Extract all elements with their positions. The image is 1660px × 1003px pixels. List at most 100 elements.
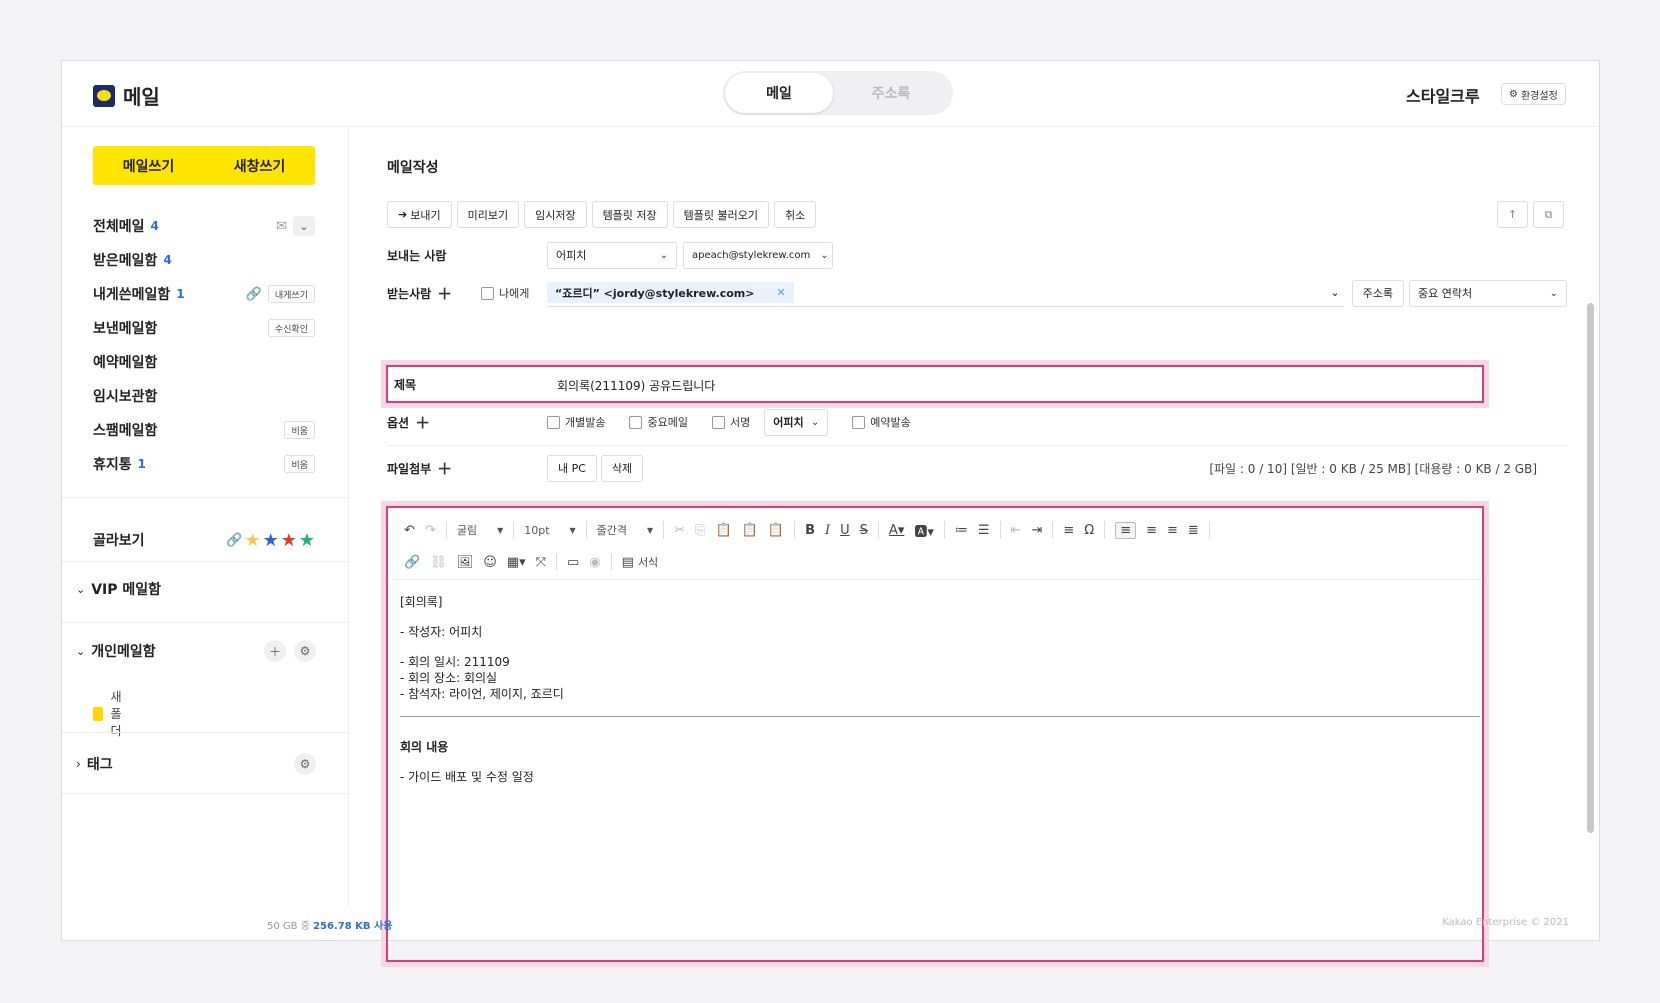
align-left-icon[interactable]: ≡ bbox=[1115, 521, 1137, 539]
emoji-icon[interactable]: ☺ bbox=[483, 555, 497, 570]
editor-body[interactable]: [회의록] - 작성자: 어피치 - 회의 일시: 211109 - 회의 장소… bbox=[400, 594, 1480, 785]
star-green-icon[interactable]: ★ bbox=[299, 530, 315, 551]
recipient-input[interactable]: “죠르디” <jordy@stylekrew.com> ✕ ⌄ bbox=[547, 280, 1344, 307]
signature-checkbox[interactable]: 서명 bbox=[711, 414, 750, 430]
fullscreen-icon[interactable]: ⤧ bbox=[536, 555, 546, 570]
scheduled-send-checkbox[interactable]: 예약발송 bbox=[852, 414, 911, 430]
star-yellow-icon[interactable]: ★ bbox=[244, 530, 260, 551]
save-template-button[interactable]: 템플릿 저장 bbox=[591, 201, 668, 228]
gear-icon[interactable]: ⚙ bbox=[294, 640, 316, 662]
close-icon[interactable]: ✕ bbox=[776, 286, 785, 299]
sender-name-select[interactable]: 어피치 ⌄ bbox=[547, 241, 677, 269]
sidebar-section-personal[interactable]: ⌄ 개인메일함 ＋ ⚙ bbox=[76, 638, 316, 664]
font-family-select[interactable]: 굴림 ▼ bbox=[457, 522, 503, 538]
tab-mail[interactable]: 메일 bbox=[725, 73, 833, 113]
align-justify-icon[interactable]: ≣ bbox=[1188, 523, 1199, 538]
sidebar-item-trash[interactable]: 휴지통 1 비움 bbox=[93, 451, 315, 477]
ordered-list-icon[interactable]: ≔ bbox=[955, 523, 968, 538]
sender-email-select[interactable]: apeach@stylekrew.com ⌄ bbox=[683, 241, 833, 269]
sidebar-section-tag[interactable]: › 태그 ⚙ bbox=[76, 751, 316, 777]
address-book-button[interactable]: 주소록 bbox=[1351, 279, 1404, 307]
attach-delete-button[interactable]: 삭제 bbox=[600, 454, 644, 482]
sidebar-item-filter[interactable]: 골라보기 🔗 ★ ★ ★ ★ bbox=[93, 527, 315, 553]
redo-icon[interactable]: ↷ bbox=[425, 523, 436, 538]
empty-trash-button[interactable]: 비움 bbox=[284, 455, 315, 473]
horizontal-rule-icon[interactable]: ≡ bbox=[1063, 523, 1074, 538]
app-logo[interactable]: 메일 bbox=[93, 81, 160, 110]
sidebar-item-drafts[interactable]: 임시보관함 bbox=[93, 383, 315, 409]
add-recipient-icon[interactable]: ＋ bbox=[437, 283, 452, 304]
preview-button[interactable]: 미리보기 bbox=[456, 201, 520, 228]
save-draft-button[interactable]: 임시저장 bbox=[524, 201, 587, 228]
compose-button[interactable]: 메일쓰기 bbox=[93, 146, 204, 185]
send-button[interactable]: ➔ 보내기 bbox=[387, 201, 452, 228]
write-to-self-button[interactable]: 내게쓰기 bbox=[267, 285, 315, 303]
load-template-button[interactable]: 템플릿 불러오기 bbox=[672, 201, 770, 228]
compose-new-window-button[interactable]: 새창쓰기 bbox=[204, 146, 315, 185]
line-height-select[interactable]: 줄간격 ▼ bbox=[597, 522, 654, 538]
star-red-icon[interactable]: ★ bbox=[281, 530, 297, 551]
paste-word-icon[interactable]: 📋 bbox=[768, 523, 784, 538]
strikethrough-icon[interactable]: S bbox=[860, 523, 868, 538]
gear-icon[interactable]: ⚙ bbox=[294, 753, 316, 775]
add-folder-icon[interactable]: ＋ bbox=[264, 640, 286, 662]
attachment-icon[interactable]: 🔗 bbox=[246, 287, 262, 302]
table-icon[interactable]: ▦▾ bbox=[507, 555, 526, 570]
format-template-button[interactable]: ▤ 서식 bbox=[622, 554, 659, 570]
subject-input[interactable]: 회의록(211109) 공유드립니다 bbox=[557, 377, 715, 394]
envelope-icon[interactable]: ✉ bbox=[276, 219, 287, 234]
undo-icon[interactable]: ↶ bbox=[404, 523, 415, 538]
font-color-icon[interactable]: A▾ bbox=[889, 523, 904, 538]
empty-spam-button[interactable]: 비움 bbox=[284, 421, 315, 439]
paste-icon[interactable]: 📋 bbox=[716, 523, 732, 538]
outdent-icon[interactable]: ⇤ bbox=[1011, 523, 1022, 538]
tab-address-book[interactable]: 주소록 bbox=[837, 73, 945, 113]
recipient-chip[interactable]: “죠르디” <jordy@stylekrew.com> ✕ bbox=[547, 282, 794, 303]
unlink-icon[interactable]: ⛓ bbox=[430, 555, 447, 570]
expand-options-icon[interactable]: ＋ bbox=[415, 412, 430, 433]
horizontal-rule bbox=[400, 716, 1480, 717]
attachment-filter-icon[interactable]: 🔗 bbox=[226, 533, 242, 548]
add-attachment-icon[interactable]: ＋ bbox=[437, 458, 452, 479]
sidebar-item-scheduled[interactable]: 예약메일함 bbox=[93, 349, 315, 375]
unordered-list-icon[interactable]: ☰ bbox=[978, 523, 990, 538]
link-icon[interactable]: 🔗 bbox=[404, 555, 420, 570]
sidebar-item-sent[interactable]: 보낸메일함 수신확인 bbox=[93, 315, 315, 341]
chevron-down-icon[interactable]: ⌄ bbox=[293, 216, 315, 236]
sidebar-divider bbox=[62, 622, 349, 623]
read-receipt-button[interactable]: 수신확인 bbox=[267, 319, 315, 337]
cut-icon[interactable]: ✂ bbox=[674, 523, 685, 538]
align-right-icon[interactable]: ≡ bbox=[1167, 523, 1178, 538]
popout-icon[interactable]: ⧉ bbox=[1533, 201, 1564, 228]
italic-icon[interactable]: I bbox=[825, 523, 830, 538]
sidebar-item-all-mail[interactable]: 전체메일 4 ✉ ⌄ bbox=[93, 213, 315, 239]
background-color-icon[interactable]: 🅰▾ bbox=[914, 521, 934, 540]
sidebar-item-inbox[interactable]: 받은메일함 4 bbox=[93, 247, 315, 273]
to-me-checkbox[interactable]: 나에게 bbox=[481, 285, 547, 301]
sidebar-item-self-mail[interactable]: 내게쓴메일함 1 🔗 내게쓰기 bbox=[93, 281, 315, 307]
important-contacts-select[interactable]: 중요 연락처 ⌄ bbox=[1409, 279, 1567, 307]
arrow-up-icon[interactable]: ↑ bbox=[1497, 201, 1528, 228]
settings-button[interactable]: ⚙ 환경설정 bbox=[1501, 83, 1566, 105]
star-blue-icon[interactable]: ★ bbox=[263, 530, 279, 551]
special-char-icon[interactable]: Ω bbox=[1084, 523, 1094, 538]
sidebar-item-spam[interactable]: 스팸메일함 비움 bbox=[93, 417, 315, 443]
underline-icon[interactable]: U bbox=[840, 523, 850, 538]
sidebar-section-vip[interactable]: ⌄ VIP 메일함 bbox=[76, 576, 316, 602]
font-size-select[interactable]: 10pt ▼ bbox=[524, 524, 575, 537]
signature-select[interactable]: 어피치 ⌄ bbox=[764, 408, 829, 436]
individual-send-checkbox[interactable]: 개별발송 bbox=[547, 414, 605, 430]
important-mail-checkbox[interactable]: 중요메일 bbox=[629, 414, 688, 430]
chevron-down-icon[interactable]: ⌄ bbox=[1330, 286, 1339, 299]
preview-icon[interactable]: ◉ bbox=[589, 555, 600, 570]
attach-my-pc-button[interactable]: 내 PC bbox=[547, 454, 597, 482]
scrollbar[interactable] bbox=[1587, 303, 1594, 833]
align-center-icon[interactable]: ≡ bbox=[1146, 523, 1157, 538]
paste-text-icon[interactable]: 📋 bbox=[742, 523, 758, 538]
copy-icon[interactable]: ⎘ bbox=[695, 523, 705, 538]
cancel-button[interactable]: 취소 bbox=[774, 201, 817, 228]
image-icon[interactable]: 🖼 bbox=[457, 555, 474, 570]
bold-icon[interactable]: B bbox=[805, 523, 815, 538]
page-icon[interactable]: ▭ bbox=[567, 555, 579, 570]
indent-icon[interactable]: ⇥ bbox=[1031, 523, 1042, 538]
